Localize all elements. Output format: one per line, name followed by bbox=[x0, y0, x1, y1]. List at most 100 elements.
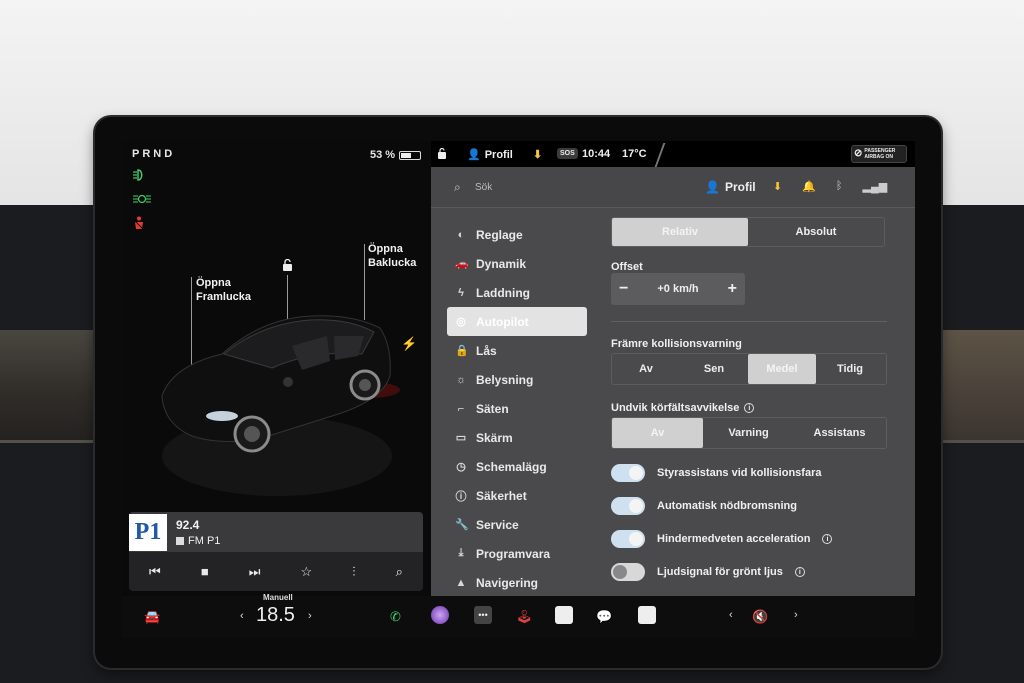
phone-icon[interactable]: ✆ bbox=[390, 609, 401, 625]
touchscreen: PRND 53 % Öppna Framlucka Öppna Baklucka… bbox=[122, 141, 915, 638]
bluetooth-icon[interactable]: ᛒ bbox=[836, 180, 843, 193]
rear-trunk-button[interactable]: Öppna Baklucka bbox=[368, 242, 416, 270]
toybox-joystick-icon[interactable]: 🕹 bbox=[516, 609, 533, 625]
menu-item-autopilot[interactable]: ◎ Autopilot bbox=[447, 307, 587, 336]
info-icon[interactable]: i bbox=[822, 534, 833, 544]
segFcw-option-tidig[interactable]: Tidig bbox=[816, 354, 884, 384]
messages-icon[interactable]: 💬 bbox=[596, 609, 612, 625]
bell-icon[interactable]: 🔔 bbox=[802, 180, 816, 193]
lock-status-icon[interactable] bbox=[437, 148, 447, 159]
volume-down-chevron-icon[interactable]: ‹ bbox=[729, 609, 733, 621]
info-icon[interactable]: i bbox=[794, 567, 805, 577]
info-icon: ⓘ bbox=[455, 490, 467, 503]
info-icon[interactable]: i bbox=[744, 403, 755, 413]
segLane-option-assistans[interactable]: Assistans bbox=[794, 418, 885, 448]
headlight-icon bbox=[132, 169, 148, 184]
charge-port-icon[interactable]: ⚡ bbox=[401, 336, 417, 352]
cabin-temperature[interactable]: 18.5 bbox=[256, 604, 295, 627]
menu-item-reglage[interactable]: ◐ Reglage bbox=[447, 220, 587, 249]
segFcw-option-medel[interactable]: Medel bbox=[748, 354, 816, 384]
outside-temperature: 17°C bbox=[622, 148, 647, 160]
media-player[interactable]: P1 92.4 FM P1 ⏮ ■ ⏭ ☆ ⫶ ⌕ bbox=[129, 512, 423, 591]
person-icon: 👤 bbox=[705, 180, 720, 194]
menu-item-säkerhet[interactable]: ⓘ Säkerhet bbox=[447, 481, 587, 510]
menu-item-belysning[interactable]: ☼ Belysning bbox=[447, 365, 587, 394]
sos-badge[interactable]: SOS bbox=[557, 148, 578, 159]
front-trunk-button[interactable]: Öppna Framlucka bbox=[196, 276, 251, 304]
lane-departure-label-text: Undvik körfältsavvikelse bbox=[611, 402, 740, 414]
toggle-row: Ljudsignal för grönt ljus i bbox=[611, 563, 805, 581]
menu-item-label: Lås bbox=[476, 343, 497, 358]
toggle-knob bbox=[613, 565, 627, 579]
toggle-switch[interactable] bbox=[611, 563, 645, 581]
download-icon[interactable]: ⬇ bbox=[773, 180, 782, 193]
search-icon[interactable]: ⌕ bbox=[454, 180, 461, 195]
temp-up-chevron-icon[interactable]: › bbox=[308, 610, 312, 622]
media-search-icon[interactable]: ⌕ bbox=[396, 564, 403, 580]
segFcw-option-sen[interactable]: Sen bbox=[680, 354, 748, 384]
segLane-option-varning[interactable]: Varning bbox=[703, 418, 794, 448]
toggle-label: Hindermedveten acceleration bbox=[657, 533, 811, 545]
menu-item-schemalägg[interactable]: ◷ Schemalägg bbox=[447, 452, 587, 481]
profile-button[interactable]: 👤 Profil bbox=[705, 180, 756, 194]
lane-departure-selector[interactable]: Av Varning Assistans bbox=[611, 417, 887, 449]
increase-offset-button[interactable]: + bbox=[728, 280, 737, 298]
favorite-star-icon[interactable]: ☆ bbox=[301, 564, 313, 580]
app-tile-1-icon[interactable] bbox=[555, 606, 573, 624]
segFcw-option-av[interactable]: Av bbox=[612, 354, 680, 384]
camera-app-icon[interactable] bbox=[431, 606, 449, 624]
segSpeed-option-relativ[interactable]: Relativ bbox=[612, 218, 748, 246]
car-status-panel: PRND 53 % Öppna Framlucka Öppna Baklucka… bbox=[122, 141, 431, 596]
menu-item-laddning[interactable]: ϟ Laddning bbox=[447, 278, 587, 307]
battery-indicator: 53 % bbox=[370, 149, 422, 161]
app-tile-2-icon[interactable] bbox=[638, 606, 656, 624]
toggle-switch[interactable] bbox=[611, 464, 645, 482]
forward-collision-warning-selector[interactable]: Av Sen Medel Tidig bbox=[611, 353, 887, 385]
fcw-label: Främre kollisionsvarning bbox=[611, 338, 742, 350]
menu-item-label: Skärm bbox=[476, 430, 513, 445]
climate-mode[interactable]: Manuell bbox=[263, 593, 293, 602]
profile-status[interactable]: 👤 Profil bbox=[467, 148, 513, 162]
speed-mode-selector[interactable]: Relativ Absolut bbox=[611, 217, 885, 247]
menu-item-label: Programvara bbox=[476, 546, 551, 561]
decrease-offset-button[interactable]: − bbox=[619, 280, 628, 298]
media-controls: ⏮ ■ ⏭ ☆ ⫶ ⌕ bbox=[129, 552, 423, 591]
media-now-playing[interactable] bbox=[129, 512, 423, 552]
steering-wheel-icon: ◎ bbox=[456, 316, 466, 328]
toggle-switch[interactable] bbox=[611, 497, 645, 515]
toggle-switch[interactable] bbox=[611, 530, 645, 548]
offset-stepper[interactable]: − +0 km/h + bbox=[611, 273, 745, 305]
temp-down-chevron-icon[interactable]: ‹ bbox=[240, 610, 244, 622]
menu-item-dynamik[interactable]: 🚗 Dynamik bbox=[447, 249, 587, 278]
header-icons: ⬇ 🔔 ᛒ ▂▄▆ bbox=[773, 180, 887, 193]
menu-item-säten[interactable]: ⌐ Säten bbox=[447, 394, 587, 423]
menu-item-skärm[interactable]: ▭ Skärm bbox=[447, 423, 587, 452]
previous-track-icon[interactable]: ⏮ bbox=[149, 564, 161, 580]
unlock-icon[interactable] bbox=[282, 259, 293, 271]
menu-item-label: Reglage bbox=[476, 227, 523, 242]
mute-icon[interactable]: 🔇 bbox=[752, 609, 768, 625]
car-icon: 🚗 bbox=[455, 258, 469, 270]
menu-item-navigering[interactable]: ▲ Navigering bbox=[447, 568, 587, 596]
menu-item-label: Belysning bbox=[476, 372, 534, 387]
seat-icon: ⌐ bbox=[457, 402, 465, 415]
segLane-option-av[interactable]: Av bbox=[612, 418, 703, 448]
software-update-icon[interactable]: ⬇ bbox=[533, 148, 542, 161]
segSpeed-option-absolut[interactable]: Absolut bbox=[748, 218, 884, 246]
stop-icon[interactable]: ■ bbox=[201, 564, 209, 579]
more-apps-icon[interactable]: ••• bbox=[474, 606, 492, 624]
next-track-icon[interactable]: ⏭ bbox=[249, 564, 261, 580]
volume-up-chevron-icon[interactable]: › bbox=[794, 609, 798, 621]
equalizer-icon[interactable]: ⫶ bbox=[352, 564, 355, 580]
offset-value: +0 km/h bbox=[657, 283, 699, 295]
menu-item-lås[interactable]: 🔒 Lås bbox=[447, 336, 587, 365]
menu-item-label: Säkerhet bbox=[476, 488, 527, 503]
menu-item-programvara[interactable]: ⤓ Programvara bbox=[447, 539, 587, 568]
menu-item-label: Säten bbox=[476, 401, 509, 416]
bottom-bar: 🚘 Manuell ‹ 18.5 › ✆ ••• 🕹 💬 ‹ 🔇 › bbox=[122, 593, 915, 638]
menu-item-service[interactable]: 🔧 Service bbox=[447, 510, 587, 539]
car-icon[interactable]: 🚘 bbox=[144, 609, 160, 625]
station-frequency: 92.4 bbox=[176, 518, 200, 532]
search-input[interactable]: Sök bbox=[475, 182, 492, 193]
signal-icon[interactable]: ▂▄▆ bbox=[863, 180, 888, 193]
